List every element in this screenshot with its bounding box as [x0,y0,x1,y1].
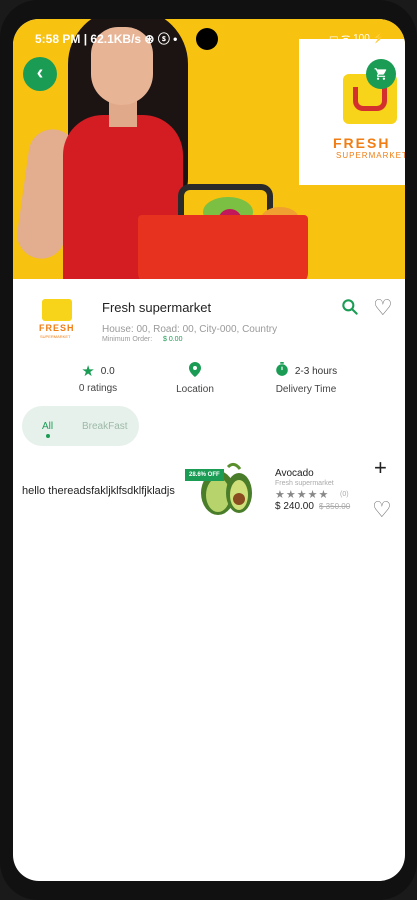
favorite-store-icon[interactable]: ♡ [373,295,393,321]
delivery-label: Delivery Time [275,384,337,395]
product-name[interactable]: Avocado [275,468,314,479]
back-button[interactable]: ‹ [23,57,57,91]
store-logo: FRESH SUPERMARKET [36,295,78,343]
favorite-product-icon[interactable]: ♡ [372,497,392,523]
battery-icon: 100 [353,33,370,44]
location-pin-icon [189,362,201,381]
camera-cutout [196,28,218,50]
store-name: Fresh supermarket [102,300,212,315]
tab-breakfast[interactable]: BreakFast [82,421,128,432]
logo-word: FRESH [333,135,391,151]
basket [138,215,308,279]
category-tabs: All BreakFast [22,406,139,446]
location-stat[interactable]: Location [165,362,225,395]
store-logo-sub: SUPERMARKET [40,334,71,339]
product-image[interactable] [188,459,258,517]
cart-button[interactable] [366,59,396,89]
star-icon: ★ [275,489,286,501]
rating-value: 0.0 [100,365,115,377]
star-icon: ★ [285,489,297,501]
discount-badge: 28.6% OFF [185,469,224,481]
rating-stat: ★ 0.0 0 ratings [68,362,128,394]
tab-active-indicator [46,434,50,438]
phone-frame: FRESH SUPERMARKET 5:58 PM | 62.1KB/s ⊛ ⓢ… [0,0,417,900]
product-price: $ 240.00 [275,501,314,512]
star-icon: ★ [318,489,330,501]
product-old-price: $ 350.00 [319,502,351,511]
screen: FRESH SUPERMARKET 5:58 PM | 62.1KB/s ⊛ ⓢ… [13,19,405,881]
min-order-label: Minimum Order: [102,336,153,343]
logo-sub: SUPERMARKET [336,151,405,160]
timer-icon [275,362,289,381]
product-rating-count: (0) [340,491,349,498]
search-icon[interactable] [340,297,360,317]
category-description: hello thereadsfakljklfsdklfjkladjs [22,485,175,497]
star-icon: ★ [307,489,319,501]
status-icons: ▭ ᯤ 100 ⚡ [328,33,385,44]
product-rating-stars: ★★★★★ [275,488,329,501]
delivery-value: 2-3 hours [294,366,338,377]
status-time: 5:58 PM | 62.1KB/s ⊛ ⓢ • [35,32,178,46]
rating-label: 0 ratings [78,383,118,394]
delivery-stat: 2-3 hours Delivery Time [271,362,341,395]
min-order-value: $ 0.00 [163,336,183,343]
location-label: Location [176,384,214,395]
star-icon: ★ [296,489,308,501]
logo-cart-inner [353,87,387,111]
cart-icon [374,68,387,80]
store-logo-word: FRESH [39,323,75,333]
product-store: Fresh supermarket [275,480,334,487]
star-icon: ★ [81,363,95,380]
store-logo-cart [42,299,72,321]
back-icon: ‹ [36,62,44,84]
store-address: House: 00, Road: 00, City-000, Country [102,324,278,335]
store-cover-image: FRESH SUPERMARKET 5:58 PM | 62.1KB/s ⊛ ⓢ… [13,19,405,279]
add-to-cart-icon[interactable]: + [374,455,387,481]
tab-all[interactable]: All [42,421,53,432]
